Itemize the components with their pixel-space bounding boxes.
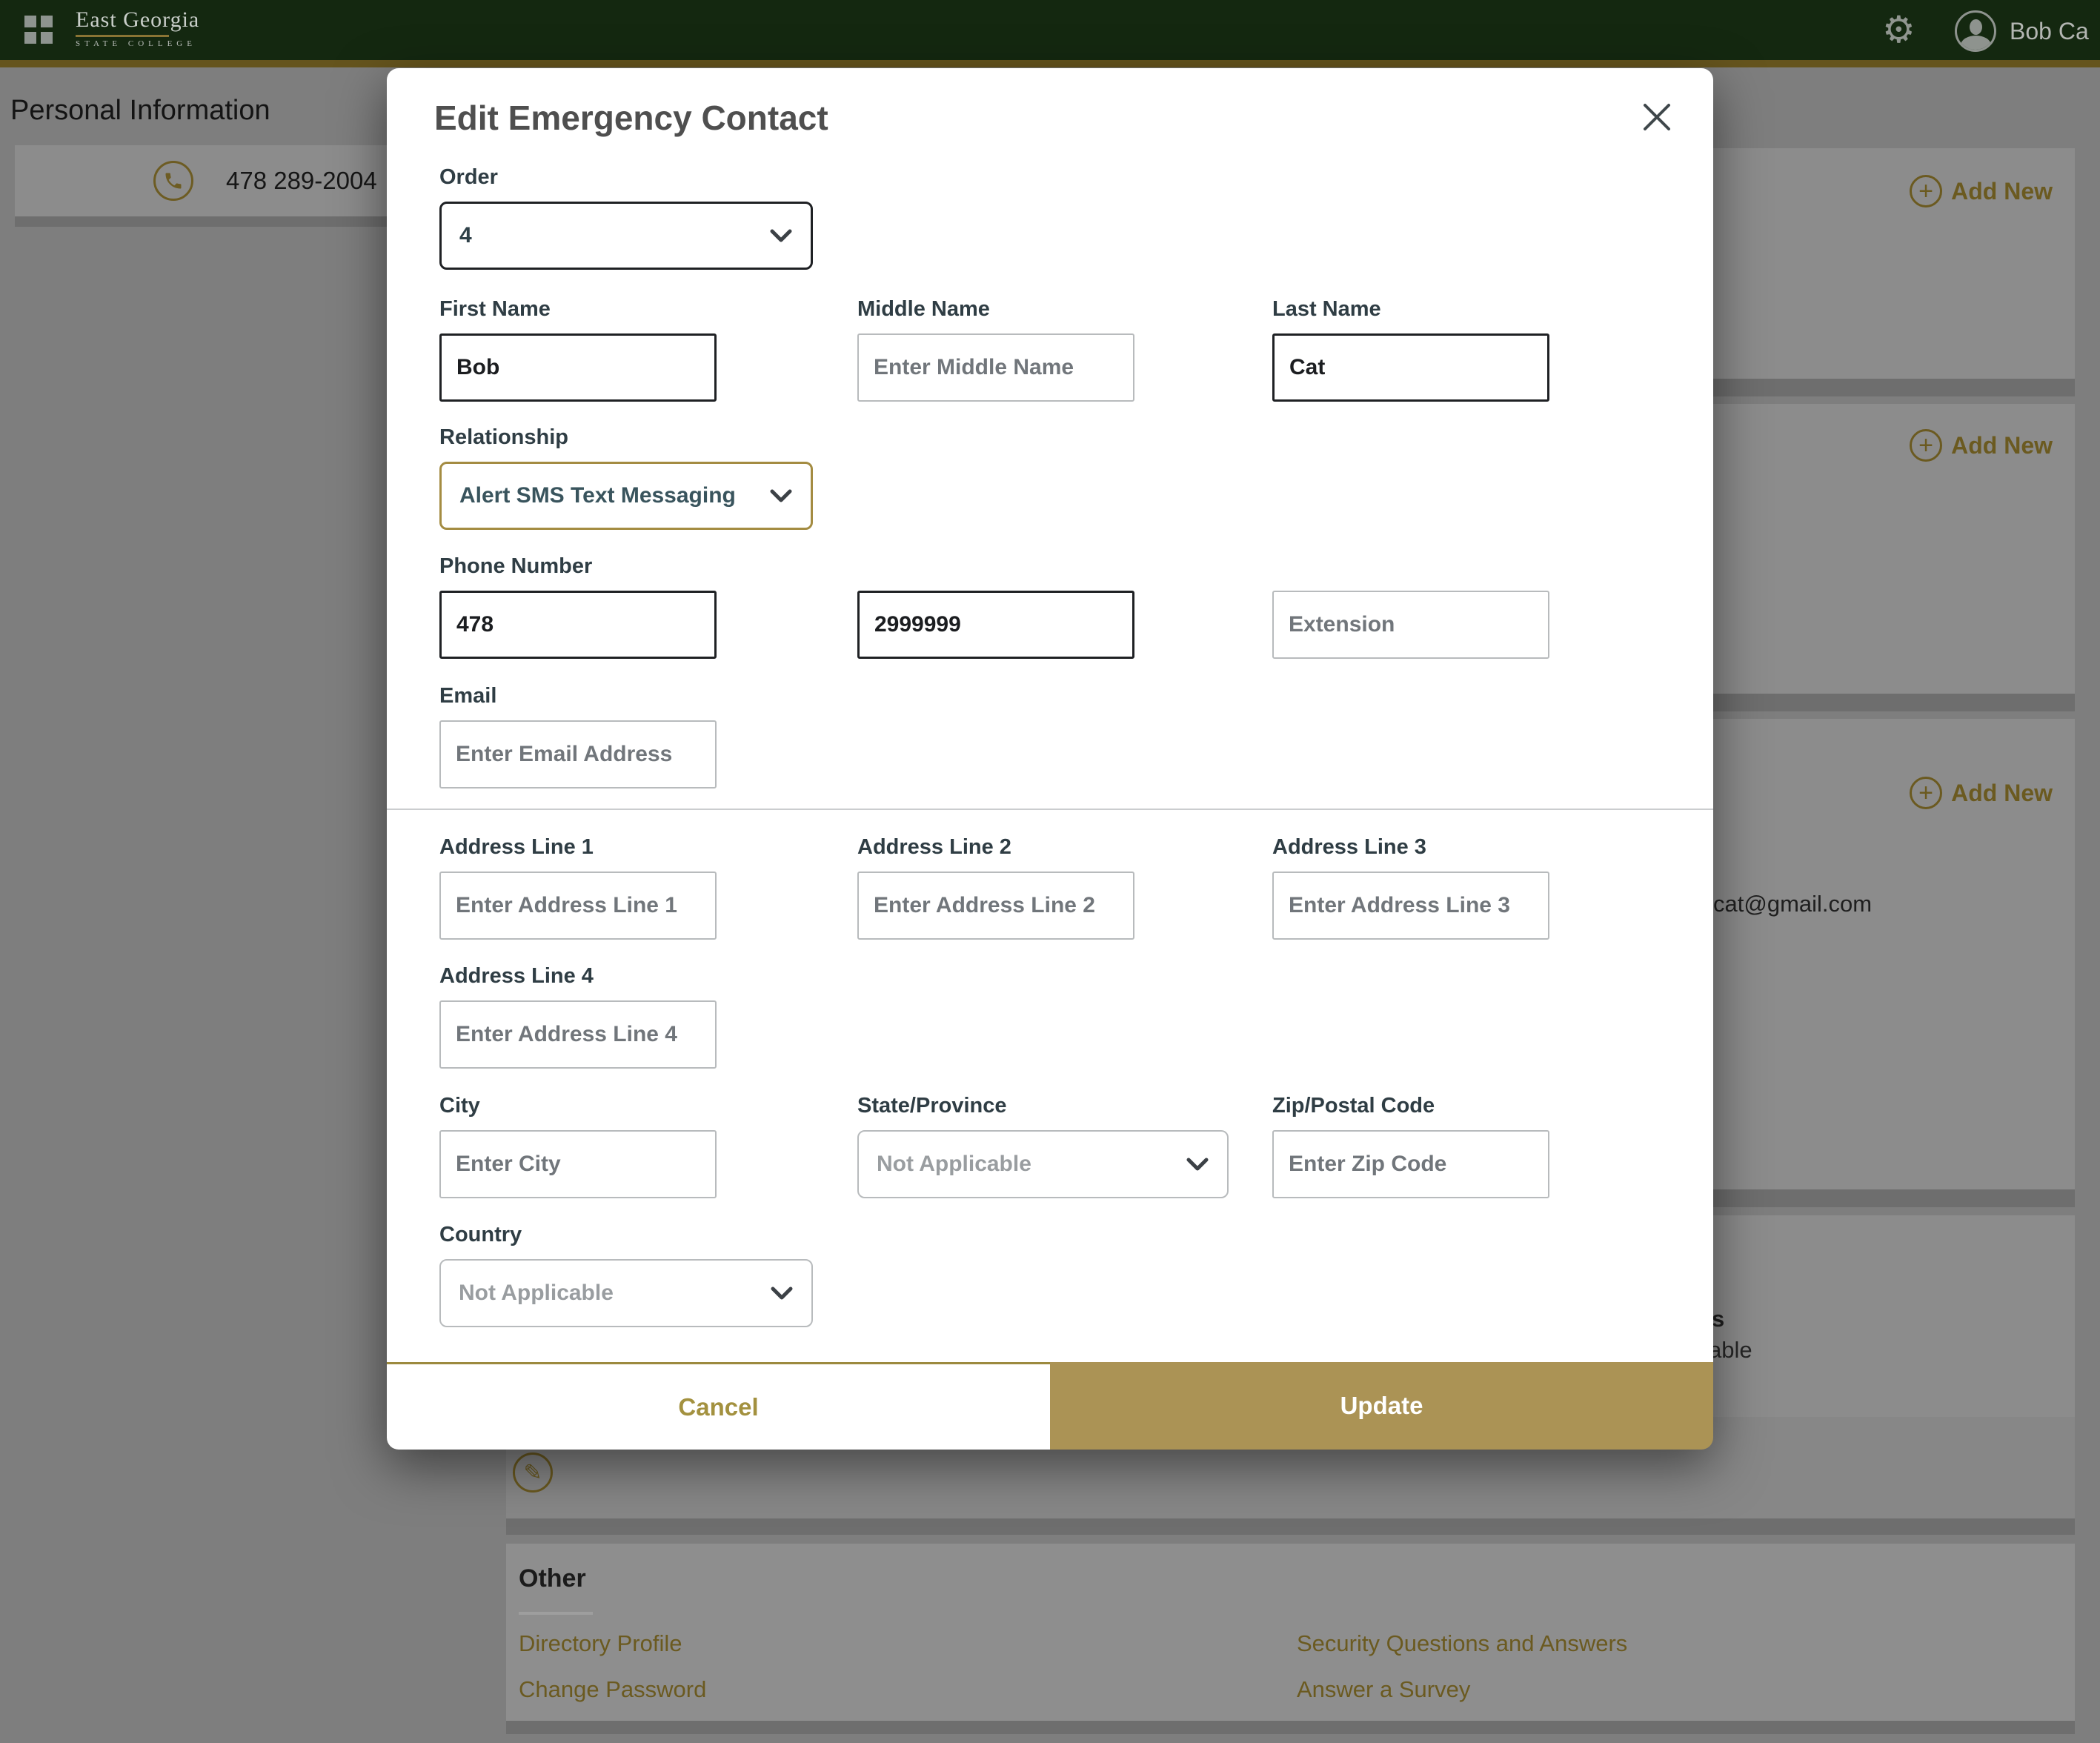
middle-name-label: Middle Name (857, 297, 990, 321)
address-line-4-label: Address Line 4 (439, 964, 594, 988)
edit-emergency-contact-dialog: Edit Emergency Contact Order 4 First Nam… (387, 68, 1713, 1450)
address-line-1-input[interactable] (439, 872, 717, 940)
screen: East Georgia STATE COLLEGE ⚙ Bob Ca Pers… (0, 0, 2100, 1743)
section-divider (506, 1518, 2075, 1535)
phone-number-label: Phone Number (439, 554, 593, 578)
section-divider (1697, 1189, 2075, 1207)
school-logo[interactable]: East Georgia STATE COLLEGE (76, 7, 199, 48)
dialog-footer: Cancel Update (387, 1362, 1713, 1450)
close-icon[interactable] (1638, 98, 1676, 136)
add-new-button[interactable]: + Add New (1910, 175, 2053, 208)
phone-number-text: 478 289-2004 (226, 167, 377, 194)
form-divider (387, 809, 1713, 810)
middle-name-input[interactable] (857, 333, 1134, 402)
add-new-button[interactable]: + Add New (1910, 429, 2053, 462)
link-answer-survey[interactable]: Answer a Survey (1297, 1676, 1470, 1703)
other-heading-rule (519, 1612, 593, 1615)
chevron-down-icon (771, 1286, 793, 1300)
chevron-down-icon (770, 229, 792, 242)
edit-pencil-icon[interactable]: ✎ (513, 1452, 553, 1493)
email-input[interactable] (439, 720, 717, 788)
address-line-3-label: Address Line 3 (1272, 835, 1426, 859)
background-card: + Add New (1697, 404, 2075, 694)
city-input[interactable] (439, 1130, 717, 1198)
link-security-questions[interactable]: Security Questions and Answers (1297, 1630, 1627, 1657)
order-label: Order (439, 165, 498, 189)
first-name-label: First Name (439, 297, 551, 321)
dialog-title: Edit Emergency Contact (434, 99, 828, 137)
last-name-label: Last Name (1272, 297, 1381, 321)
section-divider (1697, 694, 2075, 711)
section-divider (15, 216, 415, 227)
top-navigation-bar: East Georgia STATE COLLEGE ⚙ Bob Ca (0, 0, 2100, 60)
text-fragment: able (1709, 1337, 1752, 1363)
zip-postal-code-label: Zip/Postal Code (1272, 1094, 1435, 1118)
other-section-heading: Other (519, 1564, 586, 1593)
phone-area-code-input[interactable] (439, 591, 717, 659)
relationship-select[interactable]: Alert SMS Text Messaging (439, 462, 813, 530)
app-grid-menu-icon[interactable] (24, 16, 53, 44)
update-button[interactable]: Update (1050, 1362, 1713, 1450)
address-line-3-input[interactable] (1272, 872, 1549, 940)
address-line-2-input[interactable] (857, 872, 1134, 940)
link-directory-profile[interactable]: Directory Profile (519, 1630, 682, 1657)
text-fragment: s (1712, 1306, 1725, 1332)
phone-icon (153, 161, 193, 201)
logo-underline (76, 35, 169, 37)
background-card: + Add New (1697, 148, 2075, 379)
other-section-card: Other Directory Profile Change Password … (506, 1544, 2075, 1721)
country-select[interactable]: Not Applicable (439, 1259, 813, 1327)
link-change-password[interactable]: Change Password (519, 1676, 706, 1703)
plus-icon: + (1910, 175, 1943, 208)
country-label: Country (439, 1223, 522, 1246)
header-accent-line (0, 60, 2100, 67)
first-name-input[interactable] (439, 333, 717, 402)
chevron-down-icon (770, 489, 792, 502)
last-name-input[interactable] (1272, 333, 1549, 402)
order-select[interactable]: 4 (439, 202, 813, 270)
plus-icon: + (1910, 429, 1943, 462)
background-card: + Add New cat@gmail.com (1697, 719, 2075, 1189)
chevron-down-icon (1186, 1158, 1209, 1171)
state-province-select[interactable]: Not Applicable (857, 1130, 1229, 1198)
phone-number-input[interactable] (857, 591, 1134, 659)
settings-gear-icon[interactable]: ⚙ (1882, 7, 1915, 52)
phone-extension-input[interactable] (1272, 591, 1549, 659)
email-text-fragment: cat@gmail.com (1713, 891, 1873, 917)
address-line-4-input[interactable] (439, 1000, 717, 1069)
plus-icon: + (1910, 777, 1943, 809)
page-title: Personal Information (10, 95, 270, 126)
address-line-1-label: Address Line 1 (439, 835, 594, 859)
user-name[interactable]: Bob Ca (2010, 18, 2089, 45)
user-avatar-icon[interactable] (1955, 10, 1996, 52)
email-label: Email (439, 684, 497, 708)
relationship-label: Relationship (439, 425, 569, 449)
school-logo-subtitle: STATE COLLEGE (76, 39, 196, 48)
section-divider (1697, 379, 2075, 396)
cancel-button[interactable]: Cancel (387, 1364, 1050, 1450)
school-logo-title: East Georgia (76, 7, 200, 32)
zip-code-input[interactable] (1272, 1130, 1549, 1198)
city-label: City (439, 1094, 480, 1118)
address-line-2-label: Address Line 2 (857, 835, 1011, 859)
section-divider (506, 1721, 2075, 1734)
state-province-label: State/Province (857, 1094, 1007, 1118)
add-new-button[interactable]: + Add New (1910, 777, 2053, 809)
